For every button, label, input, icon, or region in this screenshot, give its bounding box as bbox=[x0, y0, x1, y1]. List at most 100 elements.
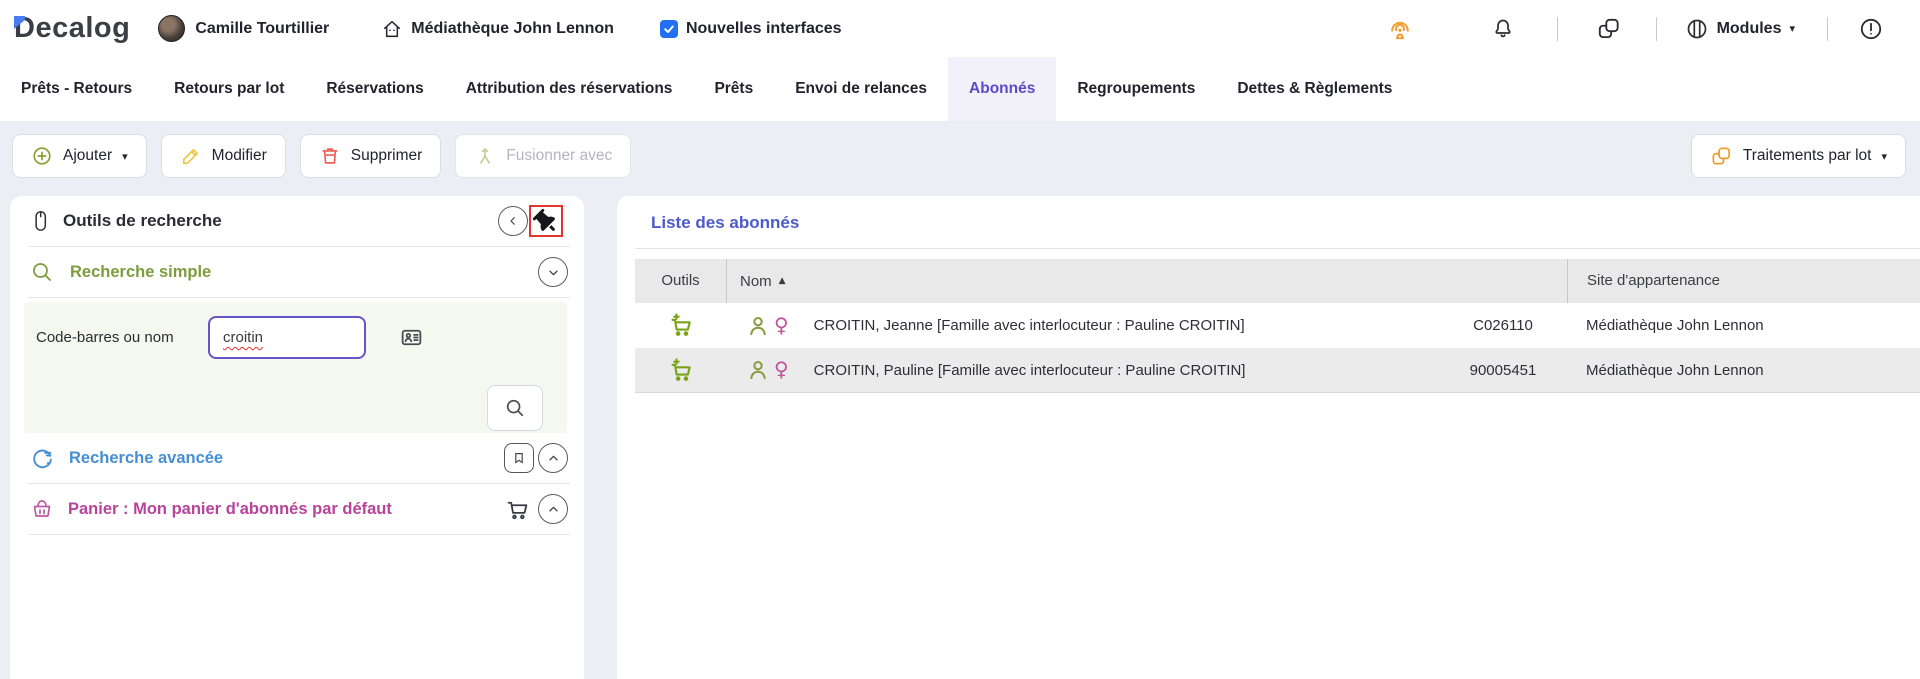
mouse-icon bbox=[30, 209, 51, 233]
basket-section[interactable]: Panier : Mon panier d'abonnés par défaut bbox=[10, 484, 584, 534]
tab-dettes-reglements[interactable]: Dettes & Règlements bbox=[1216, 57, 1413, 121]
info-icon[interactable] bbox=[1858, 16, 1884, 42]
module-nav: Prêts - Retours Retours par lot Réservat… bbox=[0, 57, 1920, 122]
user-avatar[interactable] bbox=[158, 15, 185, 42]
plus-circle-icon bbox=[31, 145, 53, 167]
chevron-up-icon[interactable] bbox=[538, 443, 568, 473]
subscriber-type-icons: ♀ bbox=[745, 313, 789, 339]
simple-search-section[interactable]: Recherche simple bbox=[10, 247, 584, 297]
chevron-down-icon: ▾ bbox=[1789, 23, 1795, 34]
collapse-panel-button[interactable] bbox=[498, 206, 528, 236]
female-icon: ♀ bbox=[774, 315, 789, 335]
decalog-logo: Decalog bbox=[14, 12, 130, 45]
pencil-icon bbox=[180, 145, 202, 167]
advanced-search-section[interactable]: Recherche avancée bbox=[10, 433, 584, 483]
search-tools-header: Outils de recherche bbox=[10, 196, 584, 246]
edit-button[interactable]: Modifier bbox=[161, 134, 286, 178]
subscriber-barcode: 90005451 bbox=[1439, 362, 1567, 379]
barcode-label: Code-barres ou nom bbox=[36, 329, 208, 346]
batch-processing-label: Traitements par lot bbox=[1743, 147, 1872, 165]
new-interfaces-checkbox[interactable] bbox=[660, 20, 678, 38]
tab-prets-retours[interactable]: Prêts - Retours bbox=[0, 57, 153, 121]
saved-search-bookmark-icon[interactable] bbox=[504, 443, 534, 473]
column-header-site[interactable]: Site d'appartenance bbox=[1567, 259, 1920, 303]
merge-button[interactable]: Fusionner avec bbox=[455, 134, 631, 178]
modules-label: Modules bbox=[1717, 20, 1782, 38]
pin-icon bbox=[530, 206, 561, 237]
home-icon bbox=[381, 18, 403, 40]
header-actions: Modules ▾ bbox=[1387, 16, 1904, 42]
subscriber-site: Médiathèque John Lennon bbox=[1567, 317, 1920, 334]
tab-abonnes[interactable]: Abonnés bbox=[948, 57, 1056, 121]
site-name: Médiathèque John Lennon bbox=[411, 20, 614, 38]
column-header-name[interactable]: Nom ▲ bbox=[727, 273, 1567, 290]
section-divider bbox=[28, 297, 570, 298]
table-row[interactable]: ♀ CROITIN, Jeanne [Famille avec interloc… bbox=[635, 303, 1920, 348]
id-card-icon[interactable] bbox=[399, 325, 424, 350]
tab-retours-par-lot[interactable]: Retours par lot bbox=[153, 57, 305, 121]
barcode-value: croitin bbox=[223, 329, 263, 346]
barcode-input[interactable]: croitin bbox=[208, 316, 366, 359]
chevron-down-icon: ▾ bbox=[1881, 151, 1887, 162]
simple-search-title: Recherche simple bbox=[70, 263, 534, 282]
current-site: Médiathèque John Lennon bbox=[381, 18, 614, 40]
merge-button-label: Fusionner avec bbox=[506, 147, 612, 165]
list-divider bbox=[635, 248, 1920, 249]
batch-processing-button[interactable]: Traitements par lot ▾ bbox=[1691, 134, 1906, 178]
delete-button[interactable]: Supprimer bbox=[300, 134, 442, 178]
subscriber-name: CROITIN, Pauline [Famille avec interlocu… bbox=[814, 362, 1246, 379]
table-header: Outils Nom ▲ Site d'appartenance bbox=[635, 259, 1920, 303]
tab-prets[interactable]: Prêts bbox=[693, 57, 774, 121]
broadcast-icon[interactable] bbox=[1387, 16, 1413, 42]
sort-asc-icon: ▲ bbox=[779, 276, 786, 286]
table-row[interactable]: ♀ CROITIN, Pauline [Famille avec interlo… bbox=[635, 348, 1920, 393]
subscriber-type-icons: ♀ bbox=[745, 357, 789, 383]
header-separator bbox=[1656, 17, 1657, 41]
section-divider bbox=[28, 534, 570, 535]
header-separator bbox=[1557, 17, 1558, 41]
search-tools-panel: Outils de recherche Recherche simple bbox=[10, 196, 584, 679]
advanced-search-icon bbox=[30, 446, 55, 471]
female-icon: ♀ bbox=[774, 359, 789, 379]
actions-toolbar: Ajouter ▾ Modifier Supprimer Fusionner a… bbox=[0, 122, 1920, 190]
advanced-search-title: Recherche avancée bbox=[69, 449, 500, 468]
trash-icon bbox=[319, 145, 341, 167]
batch-links-icon bbox=[1710, 145, 1733, 168]
top-bar: Decalog Camille Tourtillier Médiathèque … bbox=[0, 0, 1920, 57]
simple-search-form: Code-barres ou nom croitin bbox=[24, 302, 567, 433]
person-icon bbox=[745, 313, 771, 339]
chevron-down-icon[interactable] bbox=[538, 257, 568, 287]
add-button[interactable]: Ajouter ▾ bbox=[12, 134, 147, 178]
cart-icon[interactable] bbox=[504, 496, 531, 523]
subscriber-site: Médiathèque John Lennon bbox=[1567, 362, 1920, 379]
basket-icon bbox=[30, 497, 54, 521]
subscriber-table: Outils Nom ▲ Site d'appartenance bbox=[635, 259, 1920, 393]
column-header-tools[interactable]: Outils bbox=[635, 259, 727, 303]
batch-links-icon[interactable] bbox=[1596, 16, 1622, 42]
modules-menu[interactable]: Modules ▾ bbox=[1685, 17, 1795, 41]
chevron-up-icon[interactable] bbox=[538, 494, 568, 524]
column-header-name-label: Nom bbox=[740, 273, 772, 290]
tab-attribution-reservations[interactable]: Attribution des réservations bbox=[445, 57, 694, 121]
notifications-bell-icon[interactable] bbox=[1491, 17, 1515, 41]
new-interfaces-label: Nouvelles interfaces bbox=[686, 20, 842, 38]
basket-title: Panier : Mon panier d'abonnés par défaut bbox=[68, 500, 500, 519]
add-to-cart-icon[interactable] bbox=[668, 357, 695, 384]
user-name: Camille Tourtillier bbox=[195, 20, 329, 38]
subscriber-name: CROITIN, Jeanne [Famille avec interlocut… bbox=[814, 317, 1245, 334]
tab-envoi-relances[interactable]: Envoi de relances bbox=[774, 57, 948, 121]
pin-highlight-box[interactable] bbox=[529, 205, 563, 237]
add-button-label: Ajouter bbox=[63, 147, 112, 165]
subscriber-list-panel: Liste des abonnés Outils Nom ▲ Site d'ap… bbox=[617, 196, 1920, 679]
tab-reservations[interactable]: Réservations bbox=[305, 57, 444, 121]
merge-icon bbox=[474, 145, 496, 167]
subscriber-list-title: Liste des abonnés bbox=[651, 213, 1920, 233]
search-tools-title: Outils de recherche bbox=[63, 211, 498, 231]
search-submit-button[interactable] bbox=[487, 385, 543, 431]
add-to-cart-icon[interactable] bbox=[668, 312, 695, 339]
tab-regroupements[interactable]: Regroupements bbox=[1056, 57, 1216, 121]
content-area: Outils de recherche Recherche simple bbox=[0, 190, 1920, 679]
subscriber-barcode: C026110 bbox=[1439, 317, 1567, 334]
new-interfaces-toggle: Nouvelles interfaces bbox=[660, 20, 842, 38]
delete-button-label: Supprimer bbox=[351, 147, 423, 165]
